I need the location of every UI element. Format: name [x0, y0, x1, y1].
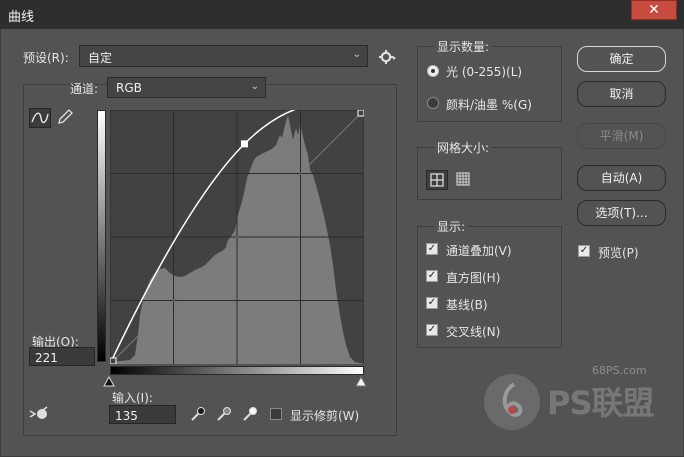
curve-point-tool-icon: [31, 112, 49, 124]
show-clipping-checkbox[interactable]: [270, 408, 282, 420]
curve-point-tool[interactable]: [29, 108, 51, 128]
black-point-slider[interactable]: [103, 376, 115, 387]
grid-size-title: 网格大小:: [434, 139, 493, 156]
pigment-radio-label: 颜料/油墨 %(G): [446, 98, 532, 112]
curve-control-point[interactable]: [110, 357, 117, 364]
black-eyedropper-icon[interactable]: [189, 405, 207, 423]
preview-checkbox[interactable]: ✓: [578, 245, 590, 257]
pencil-tool[interactable]: [55, 108, 77, 128]
channel-value: RGB: [116, 81, 142, 95]
light-radio[interactable]: [427, 65, 439, 77]
auto-button[interactable]: 自动(A): [577, 165, 666, 191]
input-gradient-bar: [110, 366, 364, 375]
preset-label: 预设(R):: [23, 51, 69, 65]
chevron-down-icon: ⌄: [250, 81, 259, 92]
curve-graph[interactable]: [110, 110, 364, 364]
watermark-site: 68PS.com: [592, 364, 647, 377]
channel-select[interactable]: RGB ⌄: [107, 77, 266, 98]
histogram-label: 直方图(H): [446, 271, 501, 285]
cancel-button[interactable]: 取消: [577, 81, 666, 107]
input-field[interactable]: 135: [109, 405, 176, 424]
display-amount-title: 显示数量:: [434, 38, 493, 55]
output-field[interactable]: 221: [29, 347, 95, 366]
close-button[interactable]: ✕: [631, 0, 677, 20]
title-bar: [0, 0, 684, 29]
intersection-line-checkbox[interactable]: ✓: [426, 324, 438, 336]
preset-options-button[interactable]: [378, 47, 398, 67]
on-image-adjust-icon[interactable]: [29, 405, 51, 423]
light-radio-label: 光 (0-255)(L): [446, 65, 523, 79]
histogram-checkbox[interactable]: ✓: [426, 270, 438, 282]
grid-4x4-icon: [430, 173, 444, 187]
channel-label: 通道:: [70, 82, 99, 96]
ok-button[interactable]: 确定: [577, 46, 666, 72]
grid-10x10-button[interactable]: [453, 170, 475, 190]
baseline-label: 基线(B): [446, 298, 488, 312]
channel-overlay-checkbox[interactable]: ✓: [426, 243, 438, 255]
gear-icon: [379, 50, 396, 64]
show-options-title: 显示:: [434, 218, 469, 235]
curve-control-point[interactable]: [357, 110, 364, 117]
gray-eyedropper-icon[interactable]: [215, 405, 233, 423]
chevron-down-icon: ⌄: [352, 49, 361, 60]
brand-logo-icon: [502, 382, 523, 417]
output-gradient-bar: [97, 110, 106, 362]
input-label: 输入(I):: [112, 391, 153, 405]
options-button[interactable]: 选项(T)...: [577, 200, 666, 226]
window-title: 曲线: [8, 10, 35, 25]
channel-overlay-label: 通道叠加(V): [446, 244, 512, 258]
watermark-brand: PS联盟: [547, 384, 655, 422]
preset-value: 自定: [88, 51, 113, 65]
preview-label: 预览(P): [598, 246, 639, 260]
pigment-radio[interactable]: [427, 97, 439, 109]
baseline-checkbox[interactable]: ✓: [426, 297, 438, 309]
preset-select[interactable]: 自定 ⌄: [79, 45, 368, 67]
intersection-line-label: 交叉线(N): [446, 325, 501, 339]
white-eyedropper-icon[interactable]: [241, 405, 259, 423]
watermark-logo: [484, 374, 540, 430]
grid-10x10-icon: [456, 172, 470, 186]
white-point-slider[interactable]: [355, 376, 367, 387]
smooth-button[interactable]: 平滑(M): [577, 123, 666, 149]
show-clipping-label: 显示修剪(W): [290, 409, 360, 423]
grid-4x4-button[interactable]: [426, 170, 448, 190]
curve-control-point[interactable]: [240, 140, 248, 148]
pencil-icon: [58, 109, 73, 124]
